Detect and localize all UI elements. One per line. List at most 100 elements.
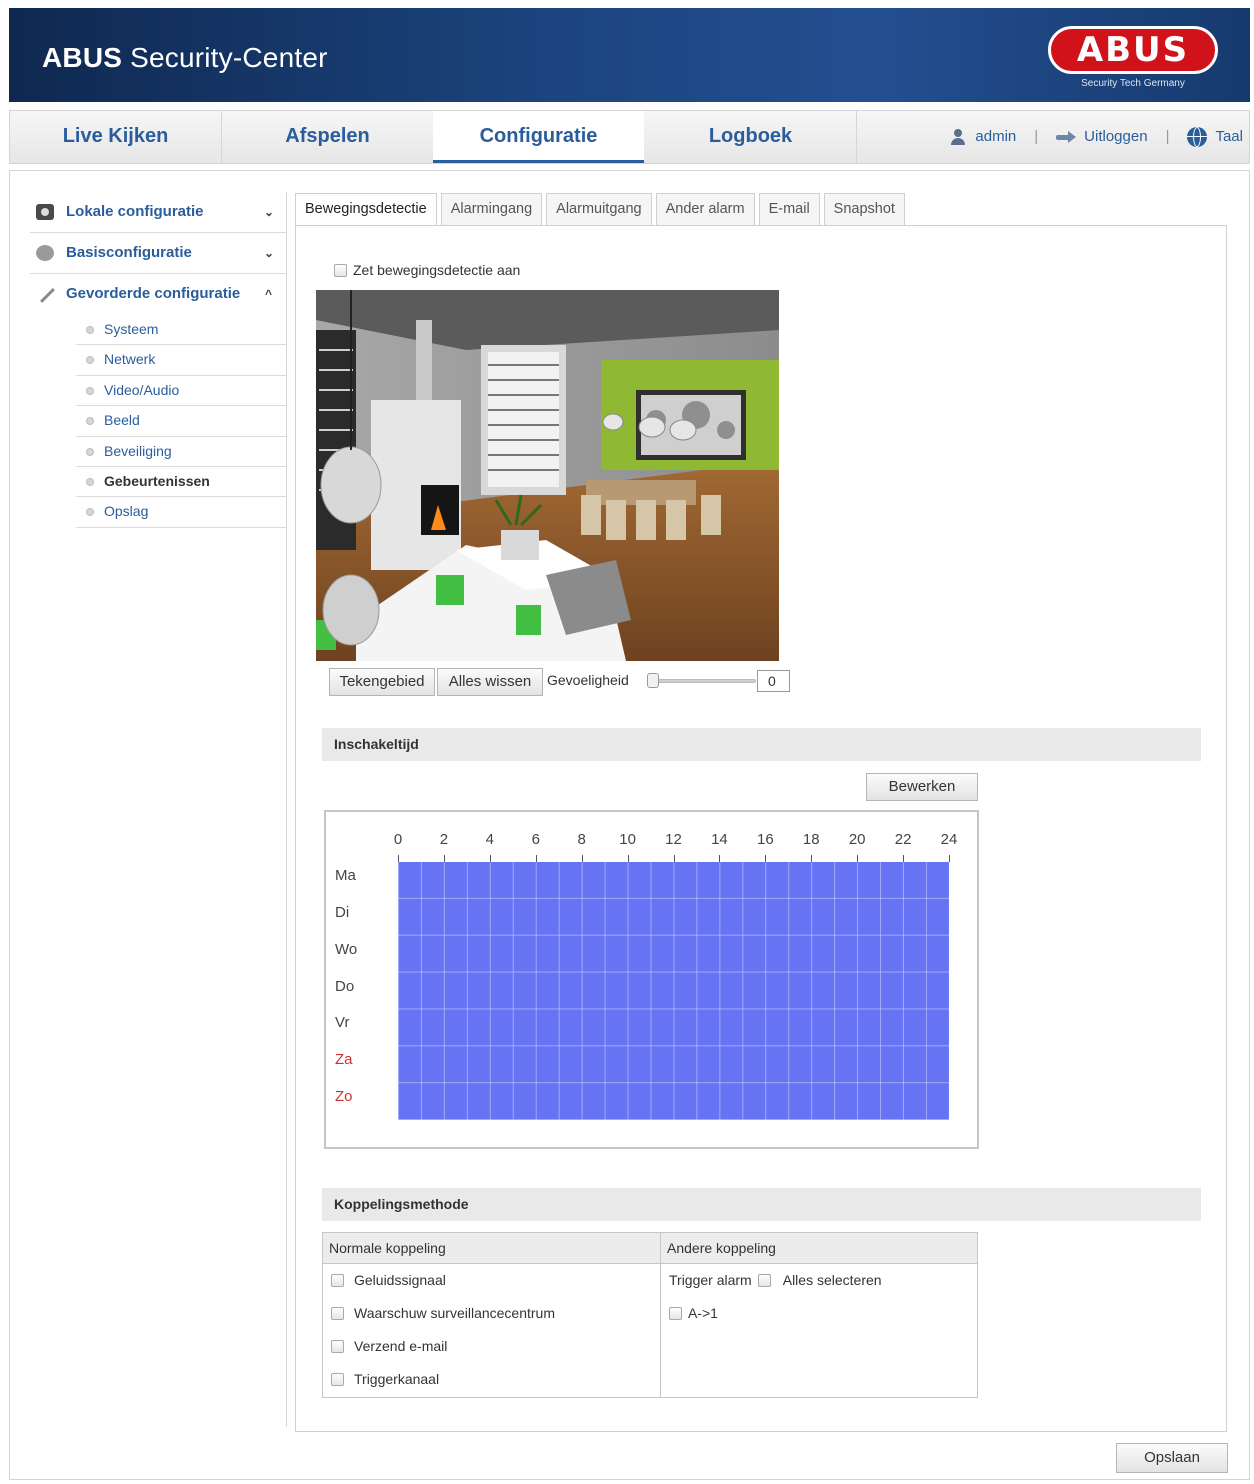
tab-bewegingsdetectie[interactable]: Bewegingsdetectie bbox=[295, 193, 437, 226]
sidebar-item-systeem[interactable]: Systeem bbox=[76, 315, 286, 346]
schedule-grid[interactable] bbox=[398, 862, 949, 1120]
sidebar-item-label: Gevorderde configuratie bbox=[66, 285, 241, 302]
column-divider bbox=[660, 1233, 661, 1397]
logo-tagline: Security Tech Germany bbox=[1081, 78, 1185, 89]
bullet-icon bbox=[86, 356, 94, 365]
sidebar-item-basisconfiguratie[interactable]: Basisconfiguratie ⌄ bbox=[30, 233, 286, 274]
chevron-down-icon[interactable]: ⌄ bbox=[264, 233, 274, 273]
sidebar-item-video-audio[interactable]: Video/Audio bbox=[76, 376, 286, 407]
chevron-down-icon[interactable]: ⌄ bbox=[264, 192, 274, 232]
tab-alarmuitgang[interactable]: Alarmuitgang bbox=[546, 193, 652, 225]
tab-ander-alarm[interactable]: Ander alarm bbox=[655, 193, 755, 225]
sidebar-item-lokale-configuratie[interactable]: Lokale configuratie ⌄ bbox=[30, 192, 286, 233]
logout-icon[interactable] bbox=[1056, 131, 1077, 143]
sensitivity-value[interactable]: 0 bbox=[757, 670, 790, 692]
trigger-channel-checkbox[interactable] bbox=[331, 1372, 344, 1386]
tab-afspelen[interactable]: Afspelen bbox=[222, 111, 433, 163]
sensitivity-slider-handle[interactable] bbox=[647, 673, 659, 688]
tab-live-kijken[interactable]: Live Kijken bbox=[10, 111, 221, 163]
alarm-output-row: A->1 bbox=[669, 1305, 718, 1321]
sidebar-item-label: Lokale configuratie bbox=[66, 203, 204, 220]
sidebar-sub-list: Systeem Netwerk Video/Audio Beeld Beveil… bbox=[76, 315, 286, 528]
linkage-option-label: Triggerkanaal bbox=[354, 1371, 440, 1387]
schedule-hour-label: 10 bbox=[619, 831, 636, 848]
pipe-separator: | bbox=[1165, 128, 1170, 145]
schedule-hour-label: 18 bbox=[802, 831, 820, 848]
bullet-icon bbox=[86, 417, 94, 426]
tab-snapshot[interactable]: Snapshot bbox=[823, 193, 905, 225]
tab-divider bbox=[856, 111, 857, 163]
linkage-option-label: Waarschuw surveillancecentrum bbox=[354, 1305, 555, 1321]
logo-text: ABUS bbox=[1048, 26, 1218, 74]
enable-motion-checkbox[interactable] bbox=[334, 263, 347, 277]
enable-motion-label: Zet bewegingsdetectie aan bbox=[353, 262, 521, 278]
sidebar-item-beveiliging[interactable]: Beveiliging bbox=[76, 437, 286, 467]
schedule-hour-tick bbox=[765, 855, 767, 862]
tab-logboek[interactable]: Logboek bbox=[645, 111, 856, 163]
tab-alarmingang[interactable]: Alarmingang bbox=[440, 193, 543, 225]
schedule-hour-tick bbox=[673, 855, 675, 862]
trigger-alarm-row: Trigger alarm Alles selecteren bbox=[669, 1272, 882, 1288]
app-title: ABUS Security-Center bbox=[42, 42, 328, 73]
audio-alert-checkbox[interactable] bbox=[331, 1273, 344, 1287]
chevron-up-icon[interactable]: ^ bbox=[265, 274, 272, 314]
alarm-output-checkbox[interactable] bbox=[669, 1306, 682, 1320]
sidebar-item-opslag[interactable]: Opslag bbox=[76, 497, 286, 528]
sidebar-item-beeld[interactable]: Beeld bbox=[76, 406, 286, 437]
video-preview[interactable] bbox=[316, 290, 779, 661]
other-linkage-header: Andere koppeling bbox=[661, 1233, 977, 1264]
sidebar-item-gevorderde-configuratie[interactable]: Gevorderde configuratie ^ bbox=[30, 274, 286, 315]
sensitivity-slider-track[interactable] bbox=[650, 679, 756, 683]
wrench-icon bbox=[35, 283, 55, 303]
schedule-hour-label: 8 bbox=[577, 831, 586, 848]
tab-configuratie[interactable]: Configuratie bbox=[433, 111, 644, 163]
schedule-hour-label: 22 bbox=[894, 831, 912, 848]
save-button[interactable]: Opslaan bbox=[1116, 1443, 1228, 1473]
edit-schedule-button[interactable]: Bewerken bbox=[866, 773, 978, 801]
schedule-day-label: Vr bbox=[335, 1014, 350, 1032]
normal-linkage-header: Normale koppeling bbox=[323, 1233, 660, 1264]
trigger-alarm-label: Trigger alarm bbox=[669, 1272, 752, 1288]
bullet-icon bbox=[86, 447, 94, 456]
notify-center-checkbox[interactable] bbox=[331, 1306, 344, 1320]
linkage-option-row: Waarschuw surveillancecentrum bbox=[331, 1305, 555, 1321]
user-icon bbox=[949, 128, 967, 146]
logout-link[interactable]: Uitloggen bbox=[1084, 111, 1147, 163]
select-all-checkbox[interactable] bbox=[757, 1273, 771, 1287]
schedule-hour-label: 0 bbox=[393, 831, 403, 848]
sidebar-item-label: Basisconfiguratie bbox=[66, 244, 192, 261]
abus-logo: ABUS Security Tech Germany bbox=[1048, 26, 1218, 90]
select-all-label: Alles selecteren bbox=[782, 1272, 882, 1288]
linkage-option-label: Verzend e-mail bbox=[354, 1338, 448, 1354]
linkage-option-label: Geluidssignaal bbox=[354, 1272, 446, 1288]
sidebar-divider bbox=[286, 192, 287, 1427]
schedule-hour-tick bbox=[857, 855, 859, 862]
linkage-option-row: Triggerkanaal bbox=[331, 1371, 439, 1387]
linkage-section-header: Koppelingsmethode bbox=[322, 1188, 1201, 1221]
schedule-hour-label: 4 bbox=[485, 831, 494, 848]
schedule-hour-tick bbox=[398, 855, 399, 862]
schedule-hour-label: 14 bbox=[711, 831, 728, 848]
sidebar-item-gebeurtenissen[interactable]: Gebeurtenissen bbox=[76, 467, 286, 498]
schedule-day-label: Do bbox=[335, 977, 355, 995]
sidebar: Lokale configuratie ⌄ Basisconfiguratie … bbox=[30, 192, 286, 528]
draw-area-button[interactable]: Tekengebied bbox=[329, 668, 435, 696]
send-email-checkbox[interactable] bbox=[331, 1339, 344, 1353]
bullet-icon bbox=[86, 508, 94, 517]
pipe-separator: | bbox=[1034, 128, 1039, 145]
sensitivity-label: Gevoeligheid bbox=[547, 672, 629, 688]
username: admin bbox=[975, 128, 1017, 145]
bullet-icon bbox=[86, 477, 94, 486]
top-navigation: Live Kijken Afspelen Configuratie Logboe… bbox=[9, 110, 1250, 164]
linkage-option-row: Geluidssignaal bbox=[331, 1272, 446, 1288]
clear-all-button[interactable]: Alles wissen bbox=[437, 668, 543, 696]
schedule-hour-tick bbox=[903, 855, 905, 862]
schedule-hour-tick bbox=[443, 855, 445, 862]
sidebar-item-netwerk[interactable]: Netwerk bbox=[76, 345, 286, 376]
alarm-output-label: A->1 bbox=[688, 1305, 718, 1321]
schedule-hour-label: 20 bbox=[848, 831, 866, 848]
tab-e-mail[interactable]: E-mail bbox=[758, 193, 820, 225]
globe-icon[interactable] bbox=[1187, 127, 1208, 147]
language-link[interactable]: Taal bbox=[1215, 111, 1243, 163]
schedule-hour-label: 6 bbox=[531, 831, 540, 848]
